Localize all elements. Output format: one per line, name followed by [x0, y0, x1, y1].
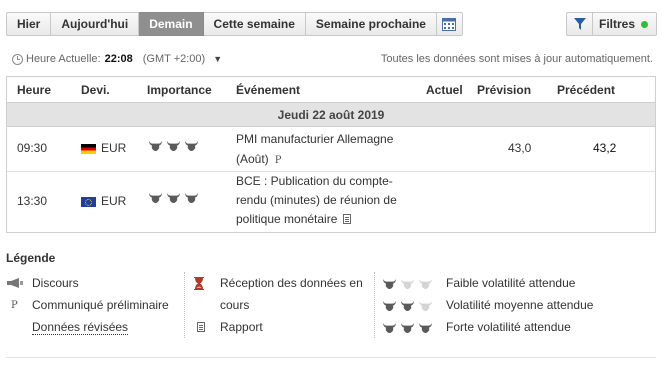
legend-label: cours	[220, 298, 250, 312]
megaphone-icon	[6, 278, 26, 288]
event-line: PMI manufacturier Allemagne	[236, 132, 394, 146]
legend-divider	[184, 272, 185, 338]
legend-label: Rapport	[220, 320, 263, 334]
current-time-label: Heure Actuelle:	[26, 53, 101, 65]
legend-label: Réception des données en	[220, 276, 363, 290]
previous-value: 43,2	[593, 141, 617, 155]
date-tabs: Hier Aujourd'hui Demain Cette semaine Se…	[6, 12, 463, 36]
divider	[6, 357, 656, 358]
header-event: Événement	[236, 82, 301, 97]
bull-icon	[382, 300, 397, 311]
header-previous: Précédent	[557, 82, 616, 97]
preliminary-badge: P	[274, 155, 282, 166]
current-time-bar: Heure Actuelle: 22:08 (GMT +2:00) ▼	[12, 53, 222, 65]
bull-icon	[166, 192, 181, 203]
importance-bulls	[148, 192, 199, 203]
bull-icon	[166, 140, 181, 151]
preliminary-icon: P	[11, 299, 18, 311]
legend-title: Légende	[6, 251, 56, 265]
event-time: 09:30	[17, 141, 48, 155]
event-line: politique monétaire	[236, 212, 338, 226]
legend-item: Volatilité moyenne attendue	[382, 294, 593, 316]
legend-column: Discours P Communiqué préliminaire Donné…	[6, 272, 169, 338]
clock-icon	[12, 53, 23, 65]
legend-item: Réception des données en cours	[194, 272, 363, 316]
legend-column: Faible volatilité attendue Volatilité mo…	[382, 272, 593, 338]
event-time: 13:30	[17, 194, 48, 208]
bull-icon	[400, 300, 415, 311]
calendar-button[interactable]	[436, 12, 463, 36]
tab-next-week[interactable]: Semaine prochaine	[305, 12, 437, 36]
filters-status-dot	[641, 20, 649, 28]
currency-cell: EUR	[81, 141, 126, 155]
header-importance: Importance	[147, 82, 212, 97]
bull-icon	[184, 140, 199, 151]
tab-tomorrow[interactable]: Demain	[139, 12, 204, 36]
filters-label: Filtres	[599, 17, 636, 31]
timezone-selector[interactable]: (GMT +2:00)	[143, 53, 205, 65]
bull-icon	[418, 322, 433, 333]
economic-calendar-table: Heure Devi. Importance Événement Actuel …	[6, 76, 656, 233]
bull-icon	[418, 300, 433, 311]
bull-icon	[148, 140, 163, 151]
date-row: Jeudi 22 août 2019	[7, 103, 655, 127]
bull-icon	[382, 278, 397, 289]
currency-code: EUR	[101, 141, 127, 155]
header-actual: Actuel	[426, 82, 463, 97]
legend-item: Discours	[6, 272, 169, 294]
bull-icon	[382, 322, 397, 333]
tab-this-week[interactable]: Cette semaine	[203, 12, 306, 36]
calendar-icon	[442, 17, 457, 31]
currency-cell: EUR	[81, 194, 126, 208]
report-icon	[197, 322, 205, 332]
header-forecast: Prévision	[477, 82, 532, 97]
revised-data-link[interactable]: Données révisées	[32, 320, 129, 335]
legend-divider	[374, 272, 375, 338]
legend-column: Réception des données en cours Rapport	[194, 272, 363, 338]
funnel-icon	[567, 13, 593, 35]
table-header: Heure Devi. Importance Événement Actuel …	[7, 77, 655, 103]
table-row[interactable]: 09:30 EUR PMI manufacturier Allemagne (A…	[7, 127, 655, 172]
germany-flag-icon	[81, 143, 96, 154]
legend-label: Forte volatilité attendue	[446, 320, 571, 334]
event-line: (Août)	[236, 152, 269, 166]
legend-item: Données révisées	[6, 316, 169, 338]
chevron-down-icon[interactable]: ▼	[213, 54, 222, 64]
header-currency: Devi.	[81, 82, 110, 97]
forecast-value: 43,0	[508, 141, 532, 155]
event-name[interactable]: BCE : Publication du compte- rendu (minu…	[236, 172, 397, 229]
bull-icon	[400, 322, 415, 333]
importance-bulls	[148, 140, 199, 151]
bull-icon	[418, 278, 433, 289]
auto-update-note: Toutes les données sont mises à jour aut…	[380, 53, 653, 65]
current-time-value: 22:08	[104, 53, 133, 65]
hourglass-icon	[194, 272, 214, 290]
event-line: BCE : Publication du compte-	[236, 174, 393, 188]
legend-label: Discours	[32, 276, 79, 290]
legend-item: Faible volatilité attendue	[382, 272, 593, 294]
tab-yesterday[interactable]: Hier	[6, 12, 52, 36]
bull-icon	[400, 278, 415, 289]
legend-item: P Communiqué préliminaire	[6, 294, 169, 316]
event-line: rendu (minutes) de réunion de	[236, 193, 397, 207]
legend-label: Faible volatilité attendue	[446, 276, 576, 290]
report-icon	[343, 214, 352, 224]
legend-item: Rapport	[194, 316, 363, 338]
filters-button[interactable]: Filtres	[566, 12, 657, 36]
bull-icon	[148, 192, 163, 203]
eu-flag-icon	[81, 196, 96, 207]
legend-label: Volatilité moyenne attendue	[446, 298, 594, 312]
event-name[interactable]: PMI manufacturier Allemagne (Août) P	[236, 129, 393, 171]
importance-bulls	[382, 322, 440, 333]
tab-today[interactable]: Aujourd'hui	[51, 12, 140, 36]
importance-bulls	[382, 300, 440, 311]
legend-item: Forte volatilité attendue	[382, 316, 593, 338]
header-time: Heure	[17, 82, 52, 97]
legend-label: Communiqué préliminaire	[32, 298, 169, 312]
currency-code: EUR	[101, 194, 127, 208]
table-row[interactable]: 13:30 EUR BCE : Publication du compte- r…	[7, 172, 655, 232]
importance-bulls	[382, 278, 440, 289]
bull-icon	[184, 192, 199, 203]
